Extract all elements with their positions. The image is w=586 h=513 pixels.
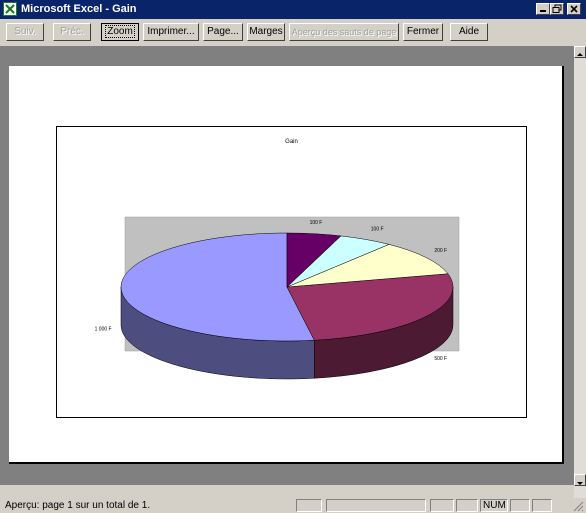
- help-button[interactable]: Aide: [450, 23, 488, 41]
- status-panel: [510, 499, 530, 512]
- scroll-up-button[interactable]: [574, 46, 586, 58]
- margins-button[interactable]: Marges: [247, 23, 285, 41]
- minimize-button[interactable]: [536, 3, 550, 15]
- print-button[interactable]: Imprimer...: [143, 23, 199, 41]
- data-label: 500 F: [434, 356, 447, 362]
- chart-area: Gain 1 000 F 500 F 200 F 100 F 100 F: [56, 126, 527, 418]
- num-lock-indicator: NUM: [480, 499, 508, 512]
- scroll-down-button[interactable]: [574, 474, 586, 486]
- close-button[interactable]: [567, 3, 581, 15]
- restore-button[interactable]: [550, 3, 564, 15]
- restore-icon: [552, 4, 562, 13]
- next-button[interactable]: Suiv.: [6, 23, 44, 41]
- status-panel: [456, 499, 478, 512]
- zoom-button[interactable]: Zoom: [101, 23, 139, 41]
- resize-grip-icon[interactable]: [572, 500, 584, 512]
- preview-page[interactable]: Gain 1 000 F 500 F 200 F 100 F 100 F: [9, 66, 564, 464]
- status-panel: [326, 499, 426, 512]
- close-icon: [570, 5, 578, 13]
- title-bar[interactable]: Microsoft Excel - Gain: [0, 0, 586, 19]
- data-label: 100 F: [371, 227, 384, 233]
- close-preview-button[interactable]: Fermer: [403, 23, 443, 41]
- arrow-up-icon: [577, 53, 583, 56]
- data-label: 100 F: [310, 220, 323, 226]
- status-message: Aperçu: page 1 sur un total de 1.: [5, 500, 151, 511]
- vertical-scrollbar[interactable]: [574, 46, 586, 498]
- data-label: 200 F: [434, 248, 447, 254]
- arrow-down-icon: [577, 482, 583, 485]
- chart-title: Gain: [285, 139, 298, 145]
- preview-workspace: Gain 1 000 F 500 F 200 F 100 F 100 F: [0, 46, 574, 484]
- previous-button[interactable]: Préc.: [53, 23, 91, 41]
- data-label: 1 000 F: [95, 326, 112, 332]
- print-preview-toolbar: Suiv. Préc. Zoom Imprimer... Page... Mar…: [0, 19, 586, 47]
- status-panel: [296, 499, 322, 512]
- status-panel: [532, 499, 552, 512]
- excel-icon: [3, 2, 17, 16]
- status-bar: Aperçu: page 1 sur un total de 1. NUM: [0, 498, 586, 513]
- page-break-preview-button[interactable]: Aperçu des sauts de page: [289, 23, 399, 41]
- window-title: Microsoft Excel - Gain: [21, 3, 137, 15]
- status-panel: [430, 499, 454, 512]
- page-setup-button[interactable]: Page...: [203, 23, 243, 41]
- pie-chart: Gain 1 000 F 500 F 200 F 100 F 100 F: [95, 139, 460, 380]
- minimize-icon: [540, 10, 546, 12]
- horizontal-frame: [0, 484, 574, 499]
